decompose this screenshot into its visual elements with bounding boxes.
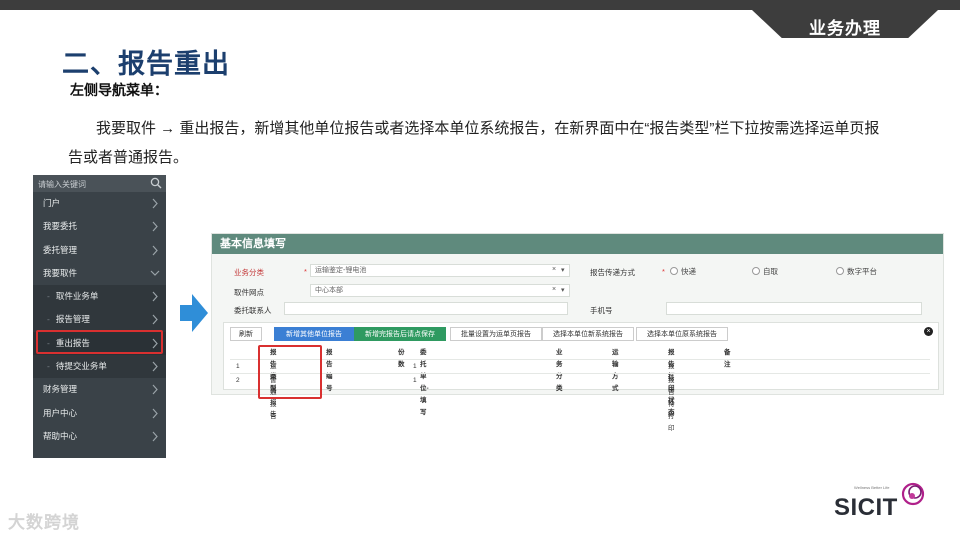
logo-tagline: Wellness Better Life bbox=[854, 485, 890, 490]
chevron-right-icon bbox=[152, 408, 158, 419]
table-divider bbox=[230, 373, 930, 374]
sicit-logo: Wellness Better Life SICIT bbox=[834, 482, 934, 522]
nav-bullet: - bbox=[47, 361, 50, 372]
sidebar-item-label: 我要委托 bbox=[43, 221, 78, 232]
sidebar-item-label: 取件业务单 bbox=[55, 291, 99, 302]
search-icon[interactable] bbox=[150, 177, 162, 189]
row-print-status: 报告待打印 bbox=[668, 363, 675, 418]
pickup-label: 取件网点 bbox=[234, 288, 264, 297]
business-type-label: 业务分类 bbox=[234, 268, 264, 277]
th-business-type: 业务分类 bbox=[556, 349, 563, 392]
pickup-value: 中心本部 bbox=[315, 287, 343, 294]
add-then-save-button[interactable]: 新增完报告后请点保存 bbox=[354, 327, 446, 341]
sidebar-item-label: 委托管理 bbox=[43, 244, 78, 255]
page-title: 二、报告重出 bbox=[62, 49, 230, 79]
select-new-system-report-button[interactable]: 选择本单位新系统报告 bbox=[542, 327, 634, 341]
chevron-right-icon bbox=[152, 431, 158, 442]
sidebar-item-2[interactable]: 委托管理 bbox=[33, 239, 166, 262]
pickup-select[interactable]: 中心本部 bbox=[310, 284, 570, 297]
form-header: 基本信息填写 bbox=[212, 234, 943, 254]
sidebar-item-label: 我要取件 bbox=[43, 267, 78, 278]
chevron-down-icon[interactable]: ▾ bbox=[561, 266, 565, 274]
row-print-status: 报告待打印 bbox=[668, 377, 675, 432]
row-index: 1 bbox=[236, 363, 240, 370]
select-old-system-report-button[interactable]: 选择本单位原系统报告 bbox=[636, 327, 728, 341]
sidebar-item-5[interactable]: - 报告管理 bbox=[33, 308, 166, 332]
batch-waybill-button[interactable]: 批量设置为运单页报告 bbox=[450, 327, 542, 341]
row-copies[interactable]: 1 bbox=[413, 375, 417, 387]
top-bar bbox=[0, 0, 960, 10]
chevron-right-icon bbox=[152, 384, 158, 395]
left-nav-menu: 请输入关键词 门户 我要委托 委托管理 我要取件 - 取件业务单 - 报告管理 - 重出报告 - 待提… bbox=[33, 175, 166, 458]
delivery-label: 报告传递方式 bbox=[590, 268, 635, 277]
radio-icon bbox=[836, 267, 844, 275]
section-tag: 业务办理 bbox=[752, 10, 938, 38]
phone-label: 手机号 bbox=[590, 306, 613, 315]
required-star: * bbox=[662, 267, 665, 276]
chevron-right-icon bbox=[152, 291, 158, 302]
chevron-right-icon bbox=[152, 361, 158, 372]
th-remark: 备注 bbox=[724, 349, 731, 368]
add-other-report-button[interactable]: 新增其他单位报告 bbox=[274, 327, 354, 341]
sidebar-item-1[interactable]: 我要委托 bbox=[33, 215, 166, 238]
pickup-clear[interactable]: × bbox=[552, 286, 556, 293]
chevron-right-icon bbox=[152, 221, 158, 232]
page-subtitle: 左侧导航菜单： bbox=[70, 82, 168, 98]
sidebar-item-9[interactable]: 用户中心 bbox=[33, 402, 166, 425]
section-tag-label: 业务办理 bbox=[809, 19, 881, 38]
phone-input[interactable] bbox=[666, 302, 922, 315]
delivery-option-pickup[interactable]: 自取 bbox=[752, 266, 778, 277]
radio-icon bbox=[670, 267, 678, 275]
table-divider bbox=[230, 359, 930, 360]
watermark: 大数跨境 bbox=[8, 513, 80, 532]
sidebar-item-label: 用户中心 bbox=[43, 407, 78, 418]
th-transport: 运输方式 bbox=[612, 349, 619, 392]
delivery-option-digital[interactable]: 数字平台 bbox=[836, 266, 877, 277]
th-client-unit: 委托单位-填写 bbox=[420, 349, 429, 416]
radio-icon bbox=[752, 267, 760, 275]
nav-search-placeholder: 请输入关键词 bbox=[38, 180, 86, 189]
nav-search-bar[interactable]: 请输入关键词 bbox=[33, 175, 166, 192]
business-type-value: 运输鉴定-锂电池 bbox=[315, 267, 367, 274]
sidebar-item-10[interactable]: 帮助中心 bbox=[33, 425, 166, 448]
delivery-option-express[interactable]: 快递 bbox=[670, 266, 696, 277]
chevron-right-icon bbox=[152, 245, 158, 255]
sidebar-item-label: 帮助中心 bbox=[43, 430, 78, 441]
sidebar-item-0[interactable]: 门户 bbox=[33, 192, 166, 215]
chevron-right-icon bbox=[152, 198, 158, 209]
business-type-clear[interactable]: × bbox=[552, 266, 556, 273]
logo-text: SICIT bbox=[834, 494, 898, 521]
row-index: 2 bbox=[236, 377, 240, 384]
business-type-select[interactable]: 运输鉴定-锂电池 bbox=[310, 264, 570, 277]
chevron-down-icon bbox=[150, 270, 160, 276]
report-table-panel: 刷新 新增其他单位报告 新增完报告后请点保存 批量设置为运单页报告 选择本单位新… bbox=[223, 322, 939, 432]
nav-bullet: - bbox=[47, 291, 50, 302]
sidebar-item-4[interactable]: - 取件业务单 bbox=[33, 285, 166, 309]
contact-label: 委托联系人 bbox=[234, 306, 272, 315]
instruction-paragraph: 我要取件 → 重出报告，新增其他单位报告或者选择本单位系统报告，在新界面中在“报… bbox=[68, 120, 880, 166]
required-star: * bbox=[304, 267, 307, 276]
sidebar-item-label: 财务管理 bbox=[43, 384, 78, 395]
chevron-down-icon[interactable]: ▾ bbox=[561, 286, 565, 294]
th-print-status: 报告打印状态 bbox=[668, 349, 675, 416]
sidebar-item-7[interactable]: - 待提交业务单 bbox=[33, 355, 166, 379]
th-copies: 份数 bbox=[398, 349, 405, 368]
sidebar-item-8[interactable]: 财务管理 bbox=[33, 378, 166, 401]
row-copies[interactable]: 1 bbox=[413, 361, 417, 373]
logo-swirl-icon bbox=[901, 482, 925, 506]
refresh-button[interactable]: 刷新 bbox=[230, 327, 262, 341]
close-icon[interactable]: × bbox=[924, 327, 933, 336]
highlight-box-nav bbox=[36, 330, 163, 354]
sidebar-item-label: 待提交业务单 bbox=[55, 361, 107, 372]
arrow-right-icon bbox=[180, 294, 208, 332]
nav-bullet: - bbox=[47, 314, 50, 325]
sidebar-item-label: 报告管理 bbox=[55, 314, 90, 325]
th-report-number: 报告编号 bbox=[326, 349, 333, 392]
sidebar-item-label: 门户 bbox=[43, 198, 61, 208]
highlight-box-report-type bbox=[258, 345, 322, 399]
sidebar-item-3[interactable]: 我要取件 bbox=[33, 262, 166, 285]
chevron-right-icon bbox=[152, 315, 158, 325]
contact-input[interactable] bbox=[284, 302, 568, 315]
